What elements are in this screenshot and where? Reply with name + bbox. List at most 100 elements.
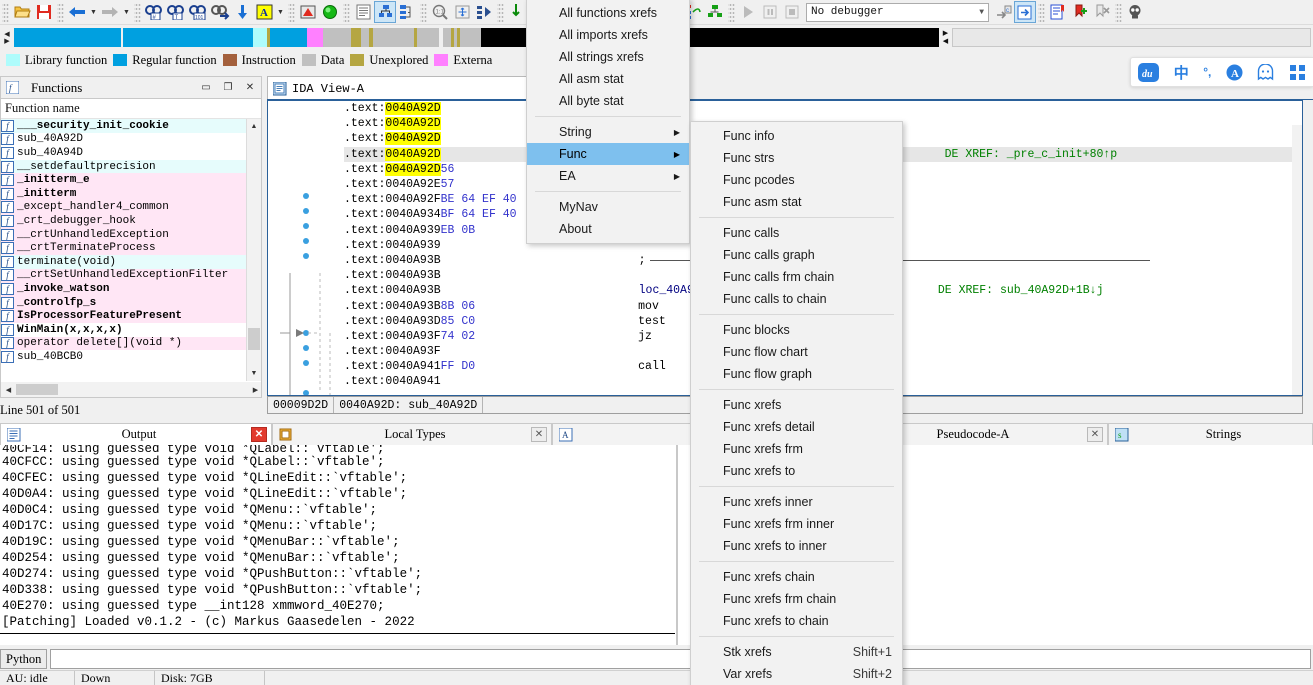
function-list-item[interactable]: f __setdefaultprecision	[1, 159, 261, 174]
function-list-item[interactable]: f _invoke_watson	[1, 282, 261, 296]
menu-item-ea[interactable]: EA ▶	[527, 165, 689, 187]
function-list-item[interactable]: f __crtUnhandledException	[1, 227, 261, 242]
tab-output[interactable]: Output ✕	[0, 423, 272, 445]
nav-segment[interactable]	[351, 28, 361, 47]
toolbar-grip-4[interactable]	[288, 2, 295, 22]
debug-stop-icon[interactable]	[781, 1, 803, 23]
scroll-up-icon[interactable]: ▲	[247, 119, 261, 134]
menu-item-var-xrefs[interactable]: Var xrefs Shift+2	[691, 663, 902, 685]
nav-segment[interactable]	[373, 28, 414, 47]
function-list-item[interactable]: f _initterm_e	[1, 173, 261, 187]
add-bookmark-icon[interactable]	[1069, 1, 1091, 23]
nav-scroll-arrows[interactable]: ◀ ▶	[0, 26, 14, 50]
toolbar-grip-10[interactable]	[1038, 2, 1045, 22]
debugger-select[interactable]: No debugger ▼	[806, 2, 989, 22]
menu-item-func-blocks[interactable]: Func blocks	[691, 319, 902, 341]
function-list-item[interactable]: f __crtTerminateProcess	[1, 241, 261, 255]
nav-segment[interactable]	[460, 28, 481, 47]
python-input[interactable]	[50, 649, 1311, 669]
nav-segment[interactable]	[417, 28, 439, 47]
graph-view-icon[interactable]	[374, 1, 396, 23]
toolbar-grip-7[interactable]	[497, 2, 504, 22]
close-icon[interactable]: ✕	[239, 78, 261, 98]
step-into-icon[interactable]	[1014, 1, 1036, 23]
debug-pause-icon[interactable]	[759, 1, 781, 23]
zoom-1-1-icon[interactable]: 1:1	[429, 1, 451, 23]
menu-item-func-xrefs-to[interactable]: Func xrefs to	[691, 460, 902, 482]
menu-item-func-xrefs-chain[interactable]: Func xrefs chain	[691, 566, 902, 588]
tab-local-types[interactable]: Local Types ✕	[272, 423, 552, 445]
bottom-tab-bar[interactable]: Output✕Local Types✕AStructPseudocode-A✕s…	[0, 423, 1313, 445]
nav-segment[interactable]	[361, 28, 369, 47]
menu-item-func-xrefs-detail[interactable]: Func xrefs detail	[691, 416, 902, 438]
function-list-item[interactable]: f _controlfp_s	[1, 295, 261, 310]
nav-segment[interactable]	[307, 28, 323, 47]
menu-item-all-functions-xrefs[interactable]: All functions xrefs	[527, 2, 689, 24]
nav-segment[interactable]	[270, 28, 307, 47]
open-file-icon[interactable]	[11, 1, 33, 23]
warning-icon[interactable]	[297, 1, 319, 23]
functions-scroll-thumb[interactable]	[248, 328, 260, 350]
nav-forward-dropdown-icon[interactable]: ▼	[121, 1, 132, 23]
function-list-item[interactable]: f _except_handler4_common	[1, 200, 261, 215]
function-list-item[interactable]: f _initterm	[1, 186, 261, 201]
remove-bookmark-icon[interactable]	[1091, 1, 1113, 23]
skull-icon[interactable]	[1124, 1, 1146, 23]
menu-item-func-info[interactable]: Func info	[691, 125, 902, 147]
function-list-item[interactable]: f _crt_debugger_hook	[1, 214, 261, 228]
functions-hscroll-thumb[interactable]	[16, 384, 58, 395]
debug-run-icon[interactable]	[737, 1, 759, 23]
functions-vertical-scrollbar[interactable]: ▲ ▼	[246, 119, 261, 381]
function-list-item[interactable]: f terminate(void)	[1, 254, 261, 269]
fit-window-icon[interactable]	[451, 1, 473, 23]
menu-item-stk-xrefs[interactable]: Stk xrefs Shift+1	[691, 641, 902, 663]
navigation-context-menu[interactable]: All functions xrefs All imports xrefs All …	[526, 0, 690, 244]
search-text-icon[interactable]: T	[165, 1, 187, 23]
menu-item-func-asm-stat[interactable]: Func asm stat	[691, 191, 902, 213]
menu-item-func-calls[interactable]: Func calls	[691, 222, 902, 244]
scroll-down-icon[interactable]: ▼	[247, 366, 261, 381]
menu-item-func-strs[interactable]: Func strs	[691, 147, 902, 169]
menu-item-func-xrefs-to-inner[interactable]: Func xrefs to inner	[691, 535, 902, 557]
menu-item-func-xrefs-frm[interactable]: Func xrefs frm	[691, 438, 902, 460]
close-icon[interactable]: ✕	[531, 427, 547, 442]
menu-item-func-calls-graph[interactable]: Func calls graph	[691, 244, 902, 266]
disassembly-vertical-scrollbar[interactable]	[1292, 125, 1302, 395]
save-icon[interactable]	[33, 1, 55, 23]
scroll-left-icon[interactable]: ◀	[1, 382, 16, 397]
toolbar-grip-2[interactable]	[57, 2, 64, 22]
search-binary-icon[interactable]: 101	[187, 1, 209, 23]
menu-item-func-xrefs-inner[interactable]: Func xrefs inner	[691, 491, 902, 513]
list-view-icon[interactable]	[352, 1, 374, 23]
menu-item-all-byte-stat[interactable]: All byte stat	[527, 90, 689, 112]
menu-item-func-xrefs[interactable]: Func xrefs	[691, 394, 902, 416]
menu-item-func-calls-frm-chain[interactable]: Func calls frm chain	[691, 266, 902, 288]
minimize-icon[interactable]: ▭	[195, 78, 217, 98]
functions-list[interactable]: f ___security_init_cookie f sub_40A92D f sub_…	[1, 119, 261, 364]
menu-item-all-imports-xrefs[interactable]: All imports xrefs	[527, 24, 689, 46]
menu-item-mynav[interactable]: MyNav	[527, 196, 689, 218]
nav-segment[interactable]	[253, 28, 267, 47]
functions-column-header[interactable]: Function name	[1, 99, 261, 119]
toolbar-grip-9[interactable]	[728, 2, 735, 22]
add-breakpoint-icon[interactable]	[506, 1, 528, 23]
nav-segment[interactable]	[14, 28, 121, 47]
menu-item-func-flow-chart[interactable]: Func flow chart	[691, 341, 902, 363]
menu-item-func[interactable]: Func ▶	[527, 143, 689, 165]
text-mode-dropdown-icon[interactable]: ▼	[275, 1, 286, 23]
functions-horizontal-scrollbar[interactable]: ◀ ▶	[1, 382, 261, 397]
func-graph-icon[interactable]	[704, 1, 726, 23]
function-list-item[interactable]: f sub_40A94D	[1, 146, 261, 160]
menu-item-func-pcodes[interactable]: Func pcodes	[691, 169, 902, 191]
func-submenu[interactable]: Func info Func strs Func pcodes Func asm st…	[690, 121, 903, 685]
scroll-right-icon[interactable]: ▶	[248, 382, 261, 397]
nav-segment[interactable]	[323, 28, 351, 47]
search-next-icon[interactable]	[209, 1, 231, 23]
disassembly-line[interactable]: .text: 0040A92D	[344, 101, 1302, 116]
menu-item-about[interactable]: About	[527, 218, 689, 240]
menu-item-func-xrefs-frm-chain[interactable]: Func xrefs frm chain	[691, 588, 902, 610]
toolbar-grip-5[interactable]	[343, 2, 350, 22]
menu-item-string[interactable]: String ▶	[527, 121, 689, 143]
nav-strip-right[interactable]	[443, 28, 939, 47]
search-hash-icon[interactable]: #	[143, 1, 165, 23]
